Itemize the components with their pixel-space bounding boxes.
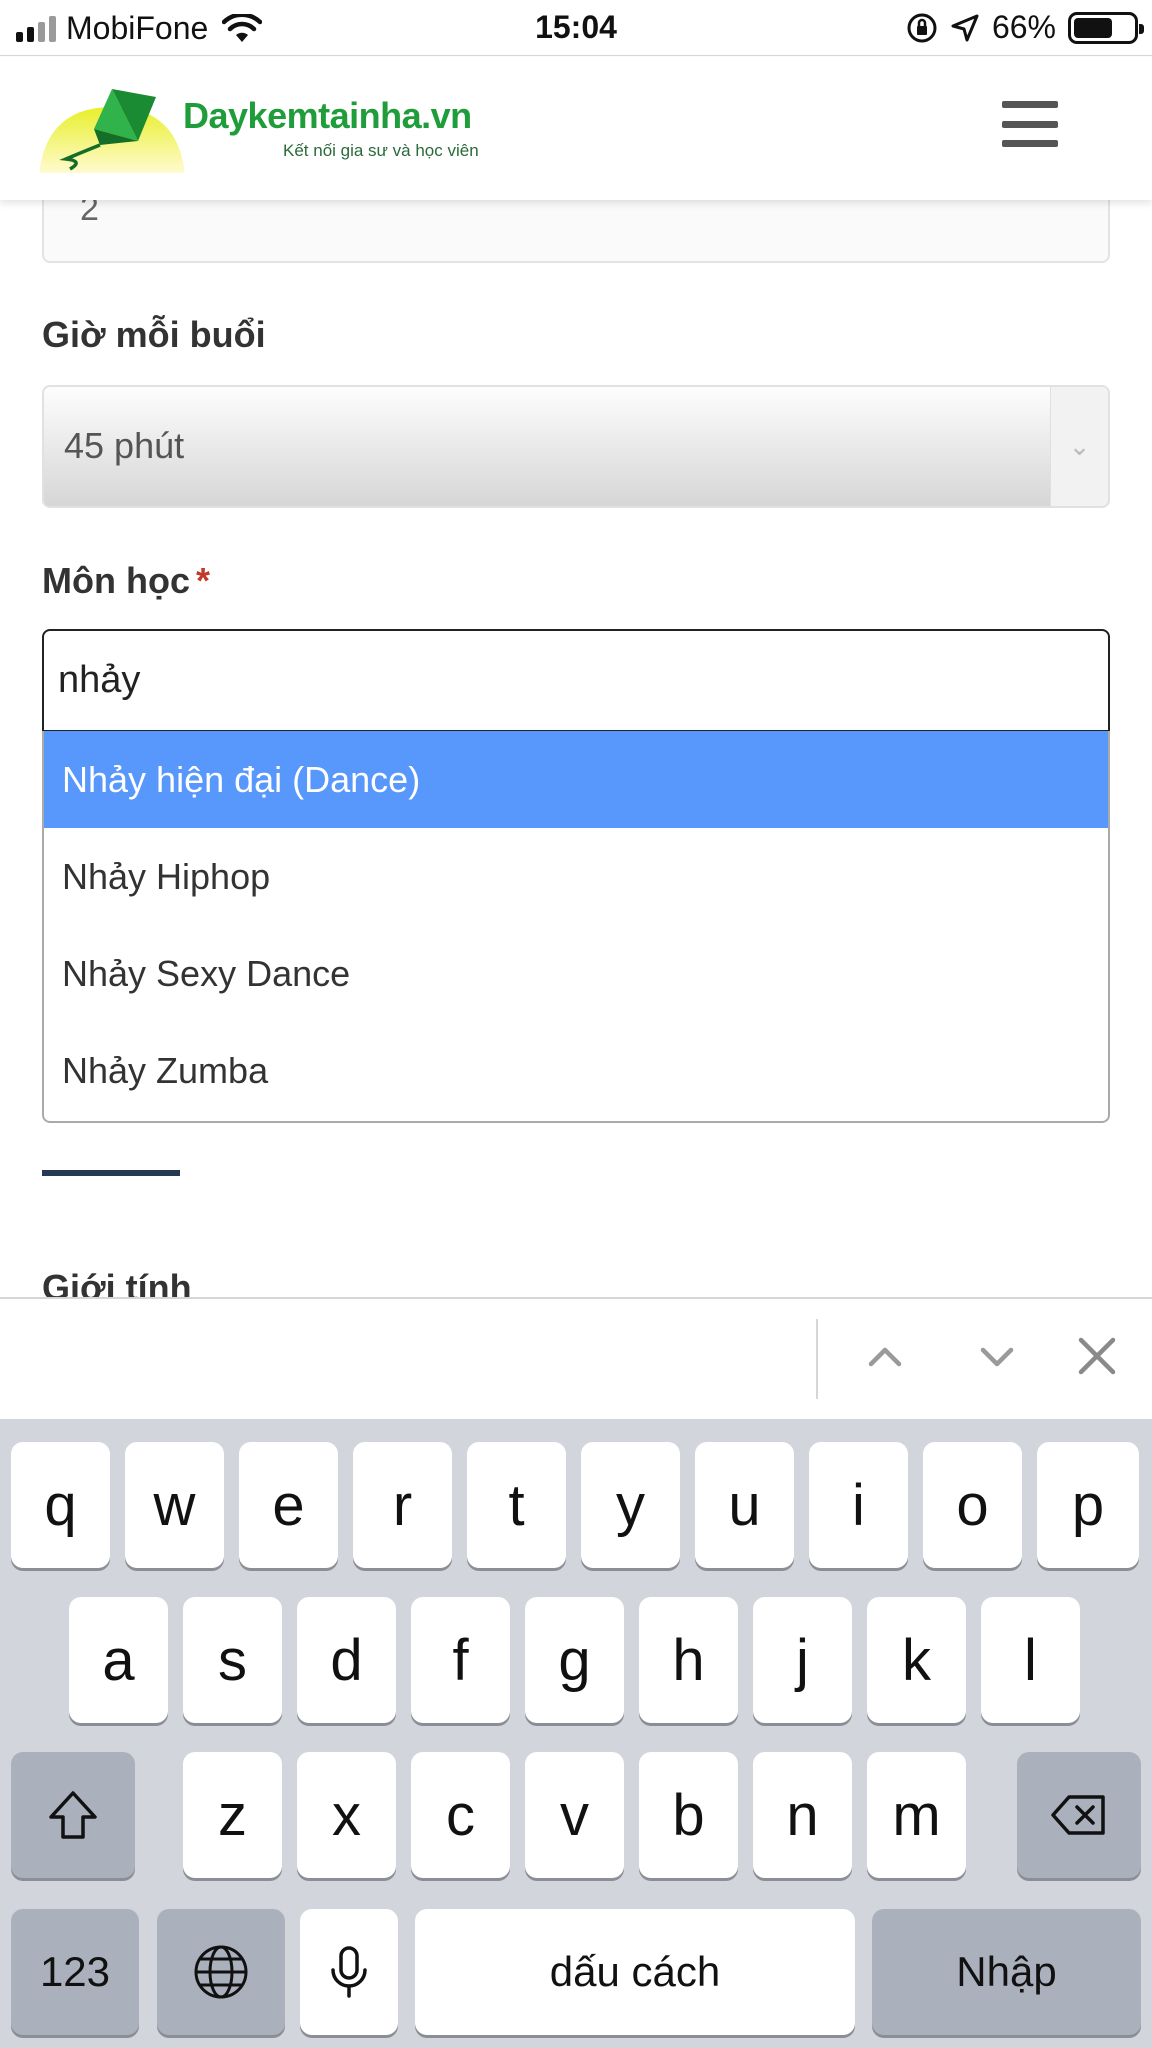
- key-g[interactable]: g: [525, 1597, 624, 1723]
- key-w[interactable]: w: [125, 1442, 224, 1568]
- subject-search-value: nhảy: [58, 659, 141, 701]
- globe-key[interactable]: [157, 1909, 285, 2035]
- sessions-per-week-value: 2: [80, 200, 99, 228]
- site-header: Daykemtainha.vn Kết nối gia sư và học vi…: [0, 57, 1152, 200]
- subject-option[interactable]: Nhảy Sexy Dance: [44, 925, 1108, 1022]
- shift-key[interactable]: [11, 1752, 135, 1878]
- close-icon: [1078, 1337, 1116, 1375]
- toolbar-divider: [816, 1319, 818, 1399]
- key-p[interactable]: p: [1037, 1442, 1139, 1568]
- subject-option[interactable]: Nhảy Hiphop: [44, 828, 1108, 925]
- space-key[interactable]: dấu cách: [415, 1909, 855, 2035]
- key-i[interactable]: i: [809, 1442, 908, 1568]
- numbers-key[interactable]: 123: [11, 1909, 139, 2035]
- key-b[interactable]: b: [639, 1752, 738, 1878]
- key-u[interactable]: u: [695, 1442, 794, 1568]
- subject-label: Môn học *: [42, 560, 210, 602]
- return-key[interactable]: Nhập: [872, 1909, 1141, 2035]
- shift-arrow-icon: [49, 1791, 97, 1839]
- key-s[interactable]: s: [183, 1597, 282, 1723]
- battery-icon: [1068, 11, 1144, 44]
- kite-logo-icon: [40, 89, 184, 173]
- session-length-select[interactable]: 45 phút ⌄: [42, 385, 1110, 508]
- subject-options-list: Nhảy hiện đại (Dance) Nhảy Hiphop Nhảy S…: [42, 731, 1110, 1123]
- close-keyboard-button[interactable]: [1062, 1321, 1132, 1391]
- next-field-button[interactable]: [962, 1321, 1032, 1391]
- key-m[interactable]: m: [867, 1752, 966, 1878]
- key-v[interactable]: v: [525, 1752, 624, 1878]
- globe-icon: [194, 1945, 248, 1999]
- keyboard-toolbar: [0, 1297, 1152, 1419]
- key-h[interactable]: h: [639, 1597, 738, 1723]
- key-k[interactable]: k: [867, 1597, 966, 1723]
- battery-level-fill: [1074, 17, 1113, 38]
- subject-option[interactable]: Nhảy Zumba: [44, 1022, 1108, 1119]
- subject-option[interactable]: Nhảy hiện đại (Dance): [44, 731, 1108, 828]
- chevron-down-icon: [980, 1347, 1014, 1367]
- key-j[interactable]: j: [753, 1597, 852, 1723]
- gender-label: Giới tính: [42, 1267, 192, 1297]
- key-x[interactable]: x: [297, 1752, 396, 1878]
- status-right: 66%: [906, 9, 1144, 46]
- section-heading-underline: [42, 1170, 180, 1176]
- chevron-down-icon: ⌄: [1050, 387, 1108, 506]
- backspace-icon: [1051, 1795, 1105, 1835]
- key-e[interactable]: e: [239, 1442, 338, 1568]
- key-r[interactable]: r: [353, 1442, 452, 1568]
- battery-percentage: 66%: [991, 9, 1056, 45]
- key-c[interactable]: c: [411, 1752, 510, 1878]
- key-o[interactable]: o: [923, 1442, 1022, 1568]
- on-screen-keyboard: q w e r t y u i o p a s d f g h j k l z …: [0, 1419, 1152, 2048]
- microphone-icon: [331, 1946, 367, 1998]
- logo-brand-text: Daykemtainha.vn: [183, 95, 472, 136]
- key-f[interactable]: f: [411, 1597, 510, 1723]
- booking-form: 2 Giờ mỗi buổi 45 phút ⌄ Môn học * nhảy N…: [0, 200, 1152, 1297]
- menu-icon[interactable]: [1002, 101, 1058, 147]
- key-d[interactable]: d: [297, 1597, 396, 1723]
- previous-field-button[interactable]: [850, 1321, 920, 1391]
- subject-search-input[interactable]: nhảy: [42, 629, 1110, 732]
- session-length-selected: 45 phút: [64, 425, 185, 466]
- key-y[interactable]: y: [581, 1442, 680, 1568]
- location-arrow-icon: [951, 14, 979, 41]
- sessions-per-week-field[interactable]: 2: [42, 200, 1110, 263]
- required-mark: *: [195, 560, 210, 601]
- key-l[interactable]: l: [981, 1597, 1080, 1723]
- key-q[interactable]: q: [11, 1442, 110, 1568]
- key-a[interactable]: a: [69, 1597, 168, 1723]
- rotation-lock-icon: [907, 13, 937, 42]
- key-z[interactable]: z: [183, 1752, 282, 1878]
- subject-label-text: Môn học: [42, 560, 190, 601]
- key-n[interactable]: n: [753, 1752, 852, 1878]
- status-bar: MobiFone 15:04 66%: [0, 0, 1152, 56]
- backspace-key[interactable]: [1017, 1752, 1141, 1878]
- chevron-up-icon: [868, 1347, 902, 1367]
- logo-tagline: Kết nối gia sư và học viên: [283, 141, 479, 160]
- key-t[interactable]: t: [467, 1442, 566, 1568]
- dictation-key[interactable]: [300, 1909, 398, 2035]
- site-logo[interactable]: Daykemtainha.vn Kết nối gia sư và học vi…: [40, 89, 480, 199]
- session-length-label: Giờ mỗi buổi: [42, 314, 266, 355]
